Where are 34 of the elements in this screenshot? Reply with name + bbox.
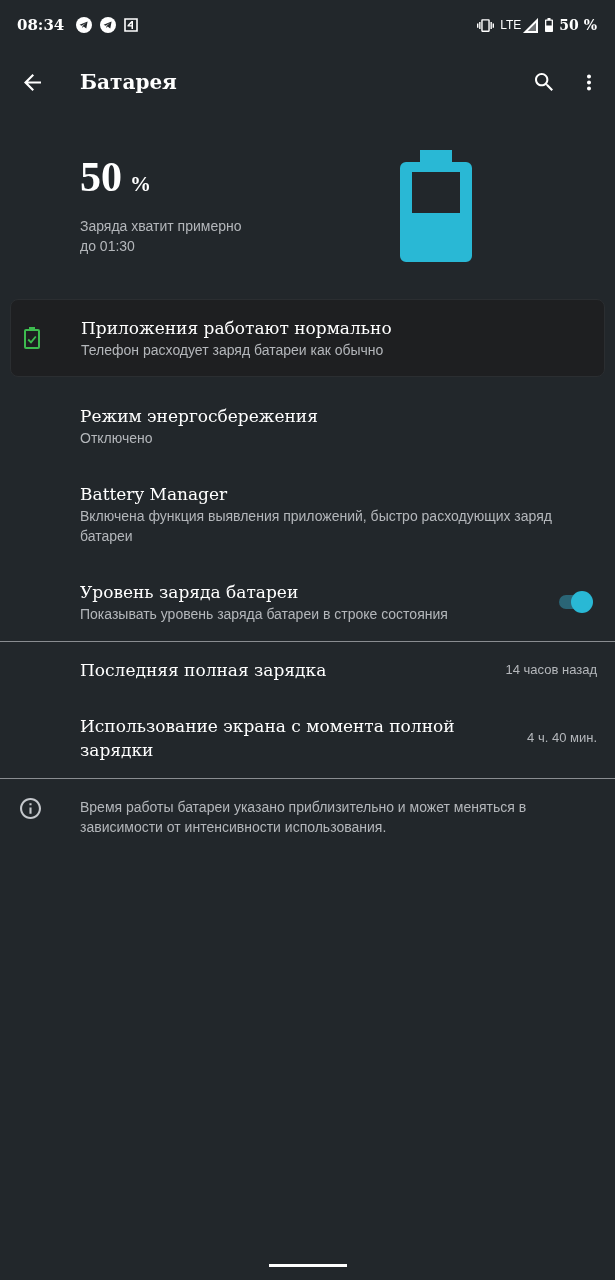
remaining-time-estimate: Заряда хватит примерно до 01:30 [80, 217, 243, 256]
setting-description: Включена функция выявления приложений, быстро расходующих заряд батареи [80, 507, 553, 546]
usage-value: 4 ч. 40 мин. [527, 729, 597, 747]
status-description: Телефон расходует заряд батареи как обычно [81, 341, 385, 360]
battery-percent: 50 % [559, 18, 597, 32]
setting-title[interactable]: Уровень заряда батареи [80, 580, 557, 604]
info-icon [20, 798, 41, 819]
toggle-switch[interactable] [557, 590, 593, 614]
network-type: LTE [500, 19, 522, 31]
usage-label: Последняя полная зарядка [80, 659, 327, 682]
setting-description: Отключено [80, 429, 154, 448]
status-title: Приложения работают нормально [81, 317, 392, 340]
percent-sign: % [130, 174, 151, 195]
battery-level-icon [400, 150, 472, 262]
paper-plane-icon [100, 17, 117, 33]
paper-plane-icon [76, 17, 93, 33]
back-arrow-icon [23, 73, 41, 91]
battery-info-note: Время работы батареи указано приблизительно и может меняться в зависимости от интенсивности использования. [80, 798, 528, 837]
usage-value: 14 часов назад [505, 661, 597, 679]
battery-check-icon [24, 327, 40, 349]
usage-label: Использование экрана с момента полной зарядки [80, 715, 456, 762]
battery-percentage: 50 [80, 156, 122, 198]
page-title: Батарея [80, 72, 177, 92]
status-time: 08:34 [17, 17, 65, 33]
more-options-icon [587, 73, 591, 91]
app-notification-icon [124, 18, 139, 32]
vibrate-icon [477, 18, 495, 32]
setting-title[interactable]: Режим энергосбережения [80, 404, 593, 428]
setting-title[interactable]: Battery Manager [80, 482, 593, 506]
search-icon [535, 73, 553, 91]
status-card[interactable]: Приложения работают нормально Телефон расходует заряд батареи как обычно [10, 299, 605, 377]
battery-icon [545, 18, 554, 32]
setting-description: Показывать уровень заряда батареи в строке состояния [80, 605, 449, 624]
signal-icon [523, 17, 539, 33]
